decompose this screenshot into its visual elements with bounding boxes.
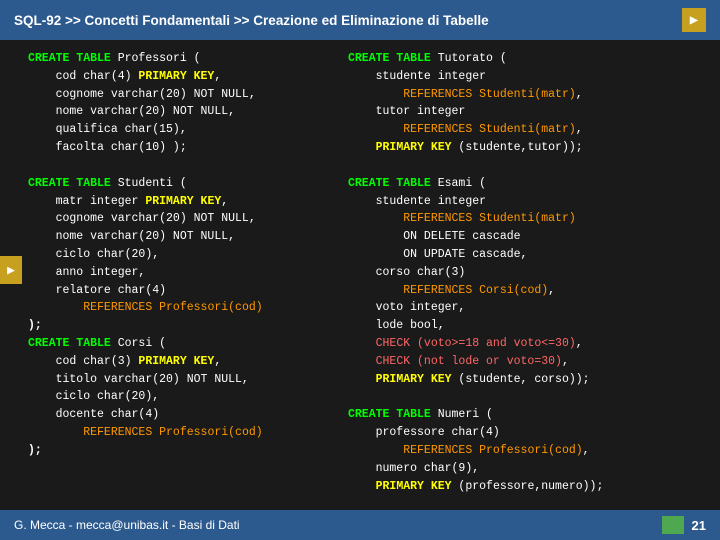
main-content: CREATE TABLE Professori ( cod char(4) PR…	[0, 40, 720, 510]
header-bar: SQL-92 >> Concetti Fondamentali >> Creaz…	[0, 0, 720, 40]
prev-arrow-button[interactable]: ▶	[0, 256, 22, 284]
page-number: 21	[692, 518, 706, 533]
code-column-right: CREATE TABLE Tutorato ( studente integer…	[348, 50, 710, 500]
footer-color-box	[662, 516, 684, 534]
slide: SQL-92 >> Concetti Fondamentali >> Creaz…	[0, 0, 720, 540]
arrow-icon: ▶	[690, 12, 698, 29]
code-right: CREATE TABLE Tutorato ( studente integer…	[348, 50, 710, 495]
code-column-left: CREATE TABLE Professori ( cod char(4) PR…	[28, 50, 338, 500]
header-title: SQL-92 >> Concetti Fondamentali >> Creaz…	[14, 13, 489, 28]
next-arrow-button[interactable]: ▶	[682, 8, 706, 32]
footer-bar: G. Mecca - mecca@unibas.it - Basi di Dat…	[0, 510, 720, 540]
footer-right: 21	[662, 516, 706, 534]
left-arrow-icon: ▶	[7, 263, 15, 278]
code-left: CREATE TABLE Professori ( cod char(4) PR…	[28, 50, 338, 460]
footer-text: G. Mecca - mecca@unibas.it - Basi di Dat…	[14, 518, 240, 532]
